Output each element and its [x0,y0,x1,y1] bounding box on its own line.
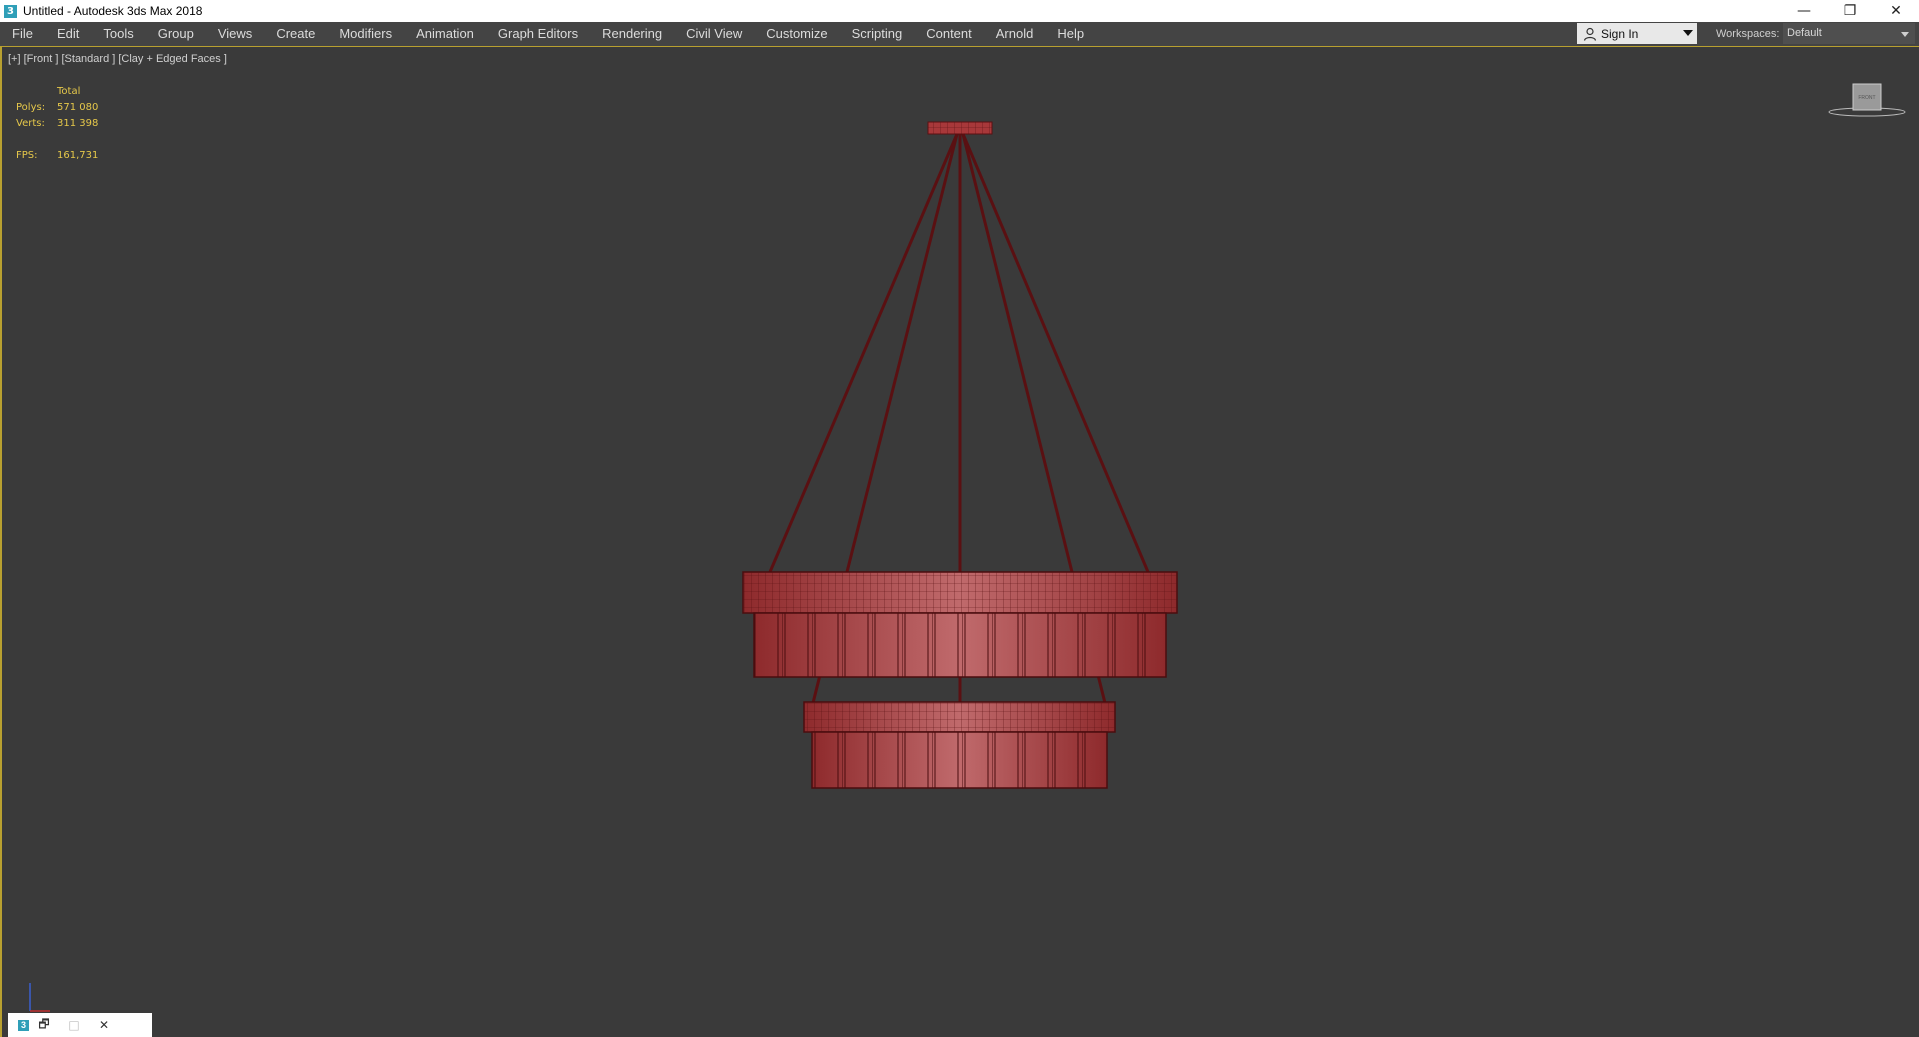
menu-rendering[interactable]: Rendering [590,22,674,46]
viewcube[interactable]: FRONT [1822,82,1912,122]
sign-in-button[interactable]: Sign In [1577,23,1697,44]
restore-button[interactable]: ❐ [1827,0,1873,22]
menu-animation[interactable]: Animation [404,22,486,46]
statistics-overlay: Total Polys: 571 080 Verts: 311 398 FPS: 16… [16,84,98,164]
menu-tools[interactable]: Tools [91,22,145,46]
menu-arnold[interactable]: Arnold [984,22,1046,46]
menu-graph-editors[interactable]: Graph Editors [486,22,590,46]
app-logo-icon[interactable]: 3 [4,4,17,18]
polys-label: Polys: [16,102,46,113]
minimize-button[interactable]: — [1781,0,1827,22]
menu-civil-view[interactable]: Civil View [674,22,754,46]
sign-in-label: Sign In [1601,26,1639,41]
stats-header: Total [57,86,81,97]
user-icon [1583,27,1597,41]
canopy-wireframe [928,122,992,134]
minimized-window[interactable]: 3 🗗 □ ✕ [8,1013,152,1037]
front-viewport[interactable]: [+] [Front ] [Standard ] [Clay + Edged F… [0,47,1919,1037]
lower-band-wireframe [804,702,1115,732]
close-button[interactable]: ✕ [1873,0,1919,22]
maximize-icon[interactable]: □ [59,1018,89,1032]
viewcube-face-label: FRONT [1858,95,1875,101]
menu-edit[interactable]: Edit [45,22,91,46]
workspace-value: Default [1787,27,1822,39]
window-controls: — ❐ ✕ [1781,0,1919,22]
chandelier-model[interactable] [2,47,1919,1037]
restore-icon[interactable]: 🗗 [29,1015,59,1036]
window-title: Untitled - Autodesk 3ds Max 2018 [23,4,203,18]
lower-slats-wireframe [812,732,1107,788]
menu-file[interactable]: File [0,22,45,46]
menu-bar: File Edit Tools Group Views Create Modif… [0,22,1919,47]
menu-create[interactable]: Create [264,22,327,46]
menu-modifiers[interactable]: Modifiers [327,22,404,46]
workspaces-label: Workspaces: [1716,28,1780,40]
verts-label: Verts: [16,118,45,129]
polys-value: 571 080 [57,102,99,113]
close-icon[interactable]: ✕ [89,1018,119,1032]
axis-tripod-icon [29,983,50,1012]
fps-value: 161,731 [57,150,99,161]
title-bar: 3 Untitled - Autodesk 3ds Max 2018 — ❐ ✕ [0,0,1919,22]
menu-group[interactable]: Group [146,22,206,46]
upper-band-wireframe [743,572,1177,613]
viewport-label[interactable]: [+] [Front ] [Standard ] [Clay + Edged F… [8,53,227,65]
menu-customize[interactable]: Customize [754,22,839,46]
fps-label: FPS: [16,150,38,161]
workspace-dropdown[interactable]: Default [1783,23,1915,44]
menu-views[interactable]: Views [206,22,264,46]
upper-slats-wireframe [754,613,1166,677]
app-logo-icon: 3 [18,1019,29,1031]
menu-content[interactable]: Content [914,22,984,46]
menu-scripting[interactable]: Scripting [840,22,915,46]
menu-help[interactable]: Help [1045,22,1096,46]
verts-value: 311 398 [57,118,99,129]
chevron-down-icon [1901,32,1909,37]
chevron-down-icon[interactable] [1683,30,1693,36]
